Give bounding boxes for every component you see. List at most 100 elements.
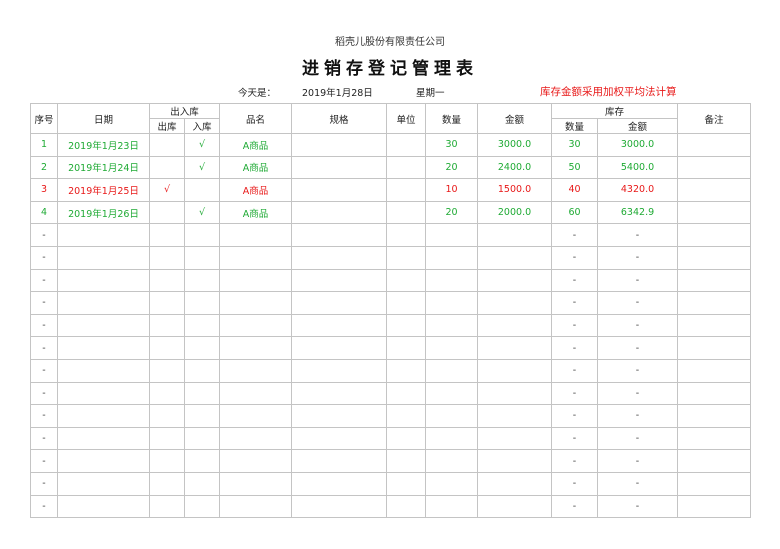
cell-out-mark <box>149 223 185 247</box>
table-row: --- <box>30 245 752 270</box>
cell-name <box>219 336 293 360</box>
cell-remark <box>677 291 752 315</box>
cell-stock-qty: 40 <box>551 178 599 202</box>
cell-spec <box>291 494 388 519</box>
cell-date <box>57 449 150 473</box>
header-inout: 出入库 <box>148 103 221 119</box>
cell-in-mark <box>183 336 221 360</box>
cell-spec <box>291 404 388 428</box>
cell-spec <box>291 426 388 451</box>
cell-remark <box>677 223 752 247</box>
cell-remark <box>677 494 752 519</box>
cell-stock-amount: - <box>597 449 679 473</box>
cell-amount <box>477 313 553 338</box>
cell-remark <box>677 471 752 496</box>
cell-seq: 1 <box>30 133 58 157</box>
cell-seq: - <box>30 245 58 270</box>
cell-stock-qty: - <box>551 494 599 519</box>
cell-in-mark: √ <box>183 200 221 225</box>
cell-unit <box>386 336 427 360</box>
cell-stock-qty: - <box>551 268 599 293</box>
cell-spec <box>291 471 388 496</box>
cell-seq: - <box>30 494 58 519</box>
table-row: --- <box>30 471 752 496</box>
cell-seq: - <box>30 381 58 406</box>
cell-out-mark <box>149 358 185 383</box>
cell-in-mark <box>183 471 221 496</box>
cell-stock-qty: - <box>551 426 599 451</box>
cell-date: 2019年1月25日 <box>57 178 150 202</box>
cell-qty <box>425 494 479 519</box>
cell-remark <box>677 313 752 338</box>
table-row: --- <box>30 291 752 315</box>
cell-unit <box>386 404 427 428</box>
header-date: 日期 <box>57 103 150 134</box>
cell-stock-qty: - <box>551 449 599 473</box>
current-date: 2019年1月28日 <box>302 88 373 99</box>
table-row: 2 2019年1月24日 √ A商品 20 2400.0 50 5400.0 <box>30 155 752 180</box>
cell-remark <box>677 449 752 473</box>
cell-remark <box>677 426 752 451</box>
cell-in-mark <box>183 449 221 473</box>
cell-out-mark <box>149 245 185 270</box>
cell-in-mark <box>183 313 221 338</box>
cell-unit <box>386 471 427 496</box>
cell-date <box>57 245 150 270</box>
cell-stock-qty: - <box>551 313 599 338</box>
cell-in-mark <box>183 426 221 451</box>
header-stock: 库存 <box>551 103 679 119</box>
cell-name <box>219 268 293 293</box>
cell-unit <box>386 313 427 338</box>
cell-remark <box>677 133 752 157</box>
cell-in-mark <box>183 358 221 383</box>
cell-spec <box>291 313 388 338</box>
cell-spec <box>291 155 388 180</box>
cell-name: A商品 <box>219 200 293 225</box>
cell-qty <box>425 449 479 473</box>
cell-unit <box>386 223 427 247</box>
cell-stock-qty: - <box>551 471 599 496</box>
cell-amount <box>477 381 553 406</box>
cell-stock-amount: 6342.9 <box>597 200 679 225</box>
cell-unit <box>386 133 427 157</box>
cell-stock-qty: - <box>551 404 599 428</box>
cell-seq: - <box>30 223 58 247</box>
cell-out-mark <box>149 471 185 496</box>
inventory-table: 序号 日期 出入库 品名 规格 单位 数量 金额 库存 备注 出库 入库 数量 … <box>30 103 752 519</box>
cell-name <box>219 426 293 451</box>
cell-spec <box>291 336 388 360</box>
table-row: --- <box>30 358 752 383</box>
cell-qty <box>425 381 479 406</box>
cell-name <box>219 245 293 270</box>
cell-stock-qty: 50 <box>551 155 599 180</box>
cell-unit <box>386 494 427 519</box>
cell-qty <box>425 404 479 428</box>
cell-out-mark <box>149 155 185 180</box>
cell-in-mark <box>183 223 221 247</box>
header-in: 入库 <box>183 118 221 134</box>
cell-remark <box>677 178 752 202</box>
cell-date <box>57 313 150 338</box>
cell-out-mark <box>149 133 185 157</box>
cell-out-mark <box>149 404 185 428</box>
cell-qty <box>425 245 479 270</box>
cell-remark <box>677 245 752 270</box>
cell-in-mark <box>183 404 221 428</box>
table-row: --- <box>30 381 752 406</box>
cell-remark <box>677 200 752 225</box>
cell-in-mark <box>183 291 221 315</box>
table-row: --- <box>30 336 752 360</box>
cell-out-mark <box>149 313 185 338</box>
cell-amount <box>477 426 553 451</box>
cell-unit <box>386 155 427 180</box>
cell-unit <box>386 426 427 451</box>
cell-qty <box>425 471 479 496</box>
cell-name <box>219 223 293 247</box>
cell-name: A商品 <box>219 178 293 202</box>
cell-stock-amount: - <box>597 471 679 496</box>
cell-amount <box>477 404 553 428</box>
header-stock-qty: 数量 <box>551 118 599 134</box>
cell-in-mark <box>183 381 221 406</box>
table-header: 序号 日期 出入库 品名 规格 单位 数量 金额 库存 备注 出库 入库 数量 … <box>30 103 752 134</box>
cell-unit <box>386 449 427 473</box>
